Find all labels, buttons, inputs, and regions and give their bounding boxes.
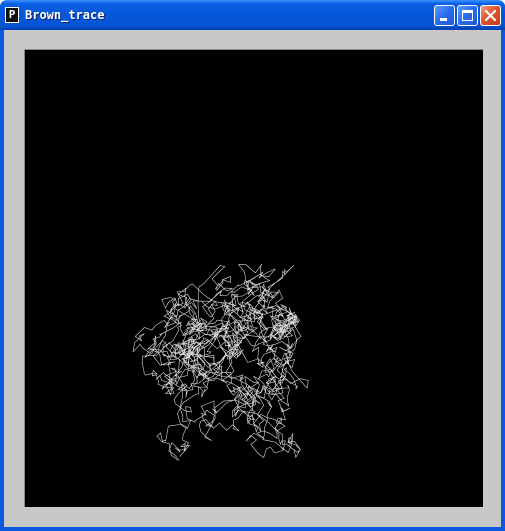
window-client-area bbox=[4, 30, 501, 527]
minimize-button[interactable] bbox=[434, 5, 455, 26]
close-icon bbox=[484, 9, 497, 22]
maximize-icon bbox=[462, 10, 473, 21]
sketch-canvas[interactable] bbox=[24, 49, 483, 507]
minimize-icon bbox=[440, 18, 447, 21]
processing-app-icon[interactable]: P bbox=[5, 7, 19, 23]
maximize-button[interactable] bbox=[457, 5, 478, 26]
app-window: P Brown_trace bbox=[0, 0, 505, 531]
brownian-trace-drawing bbox=[132, 263, 309, 461]
trace-path bbox=[132, 263, 309, 461]
window-title: Brown_trace bbox=[25, 8, 105, 22]
title-bar[interactable]: P Brown_trace bbox=[0, 0, 505, 30]
close-button[interactable] bbox=[480, 5, 501, 26]
